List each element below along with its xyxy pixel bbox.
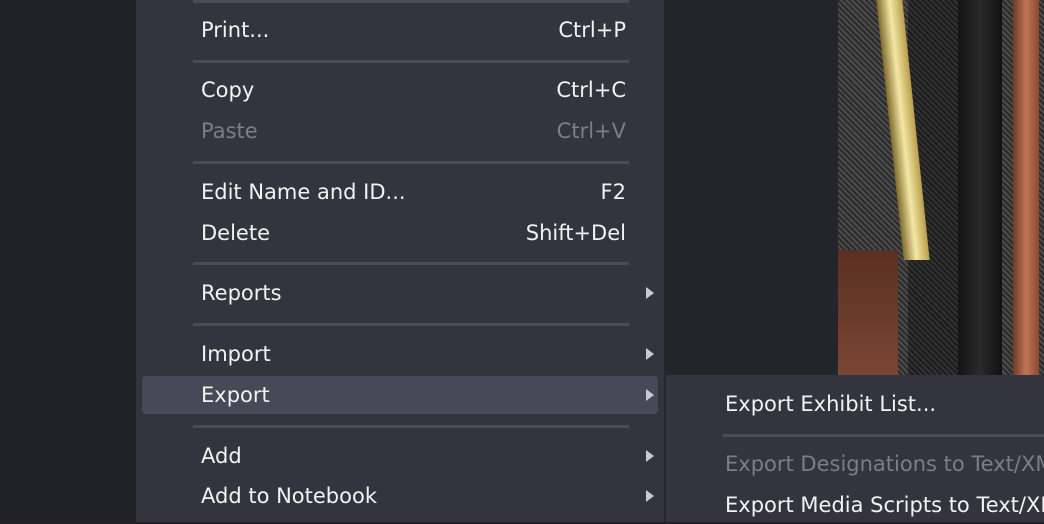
- menu-item-shortcut: Ctrl+V: [556, 119, 626, 143]
- submenu-item-label: Export Designations to Text/XML...: [725, 452, 1044, 476]
- menu-item-label: Delete: [201, 221, 270, 245]
- submenu-arrow-icon: [646, 348, 654, 360]
- menu-item-shortcut: Ctrl+C: [556, 78, 626, 102]
- menu-item-label: Add: [201, 444, 242, 468]
- menu-separator: [193, 425, 629, 428]
- menu-item-add[interactable]: Add: [142, 437, 658, 475]
- video-shape: [838, 250, 898, 375]
- menu-item-label: Print...: [201, 18, 270, 42]
- menu-item-print[interactable]: Print... Ctrl+P: [142, 11, 658, 49]
- menu-item-delete[interactable]: Delete Shift+Del: [142, 214, 658, 252]
- menu-item-label: Copy: [201, 78, 255, 102]
- video-shape: [1013, 0, 1039, 375]
- menu-item-label: Edit Name and ID...: [201, 180, 406, 204]
- menu-separator: [193, 60, 629, 63]
- submenu-arrow-icon: [646, 287, 654, 299]
- submenu-item-label: Export Media Scripts to Text/XML...: [725, 493, 1044, 517]
- menu-separator: [193, 323, 629, 326]
- menu-item-import[interactable]: Import: [142, 335, 658, 373]
- context-menu: Print... Ctrl+P Copy Ctrl+C Paste Ctrl+V…: [136, 0, 664, 522]
- menu-item-label: Import: [201, 342, 271, 366]
- menu-separator: [193, 262, 629, 265]
- menu-item-label: Add to Notebook: [201, 484, 377, 508]
- menu-item-label: Export: [201, 383, 270, 407]
- menu-item-paste: Paste Ctrl+V: [142, 112, 658, 150]
- video-preview: [838, 0, 1044, 375]
- submenu-arrow-icon: [646, 490, 654, 502]
- menu-item-label: Reports: [201, 281, 282, 305]
- menu-item-copy[interactable]: Copy Ctrl+C: [142, 71, 658, 109]
- menu-item-add-to-notebook[interactable]: Add to Notebook: [142, 477, 658, 515]
- menu-separator: [193, 161, 629, 164]
- menu-item-export[interactable]: Export: [142, 376, 658, 414]
- menu-item-shortcut: Ctrl+P: [558, 18, 626, 42]
- menu-item-edit-name-and-id[interactable]: Edit Name and ID... F2: [142, 173, 658, 211]
- submenu-arrow-icon: [646, 389, 654, 401]
- video-shape: [876, 0, 930, 260]
- menu-item-reports[interactable]: Reports: [142, 274, 658, 312]
- submenu-separator: [723, 434, 1044, 437]
- submenu-item-export-exhibit-list[interactable]: Export Exhibit List...: [666, 385, 1044, 423]
- menu-item-shortcut: Shift+Del: [525, 221, 626, 245]
- menu-item-shortcut: F2: [600, 180, 626, 204]
- video-shape: [958, 0, 1002, 375]
- submenu-item-export-designations: Export Designations to Text/XML...: [666, 445, 1044, 483]
- submenu-item-export-media-scripts[interactable]: Export Media Scripts to Text/XML...: [666, 486, 1044, 524]
- submenu-arrow-icon: [646, 450, 654, 462]
- menu-item-label: Paste: [201, 119, 258, 143]
- background-left: [0, 0, 138, 522]
- submenu-item-label: Export Exhibit List...: [725, 392, 937, 416]
- export-submenu: Export Exhibit List... Export Designatio…: [666, 375, 1044, 522]
- menu-separator: [193, 0, 629, 3]
